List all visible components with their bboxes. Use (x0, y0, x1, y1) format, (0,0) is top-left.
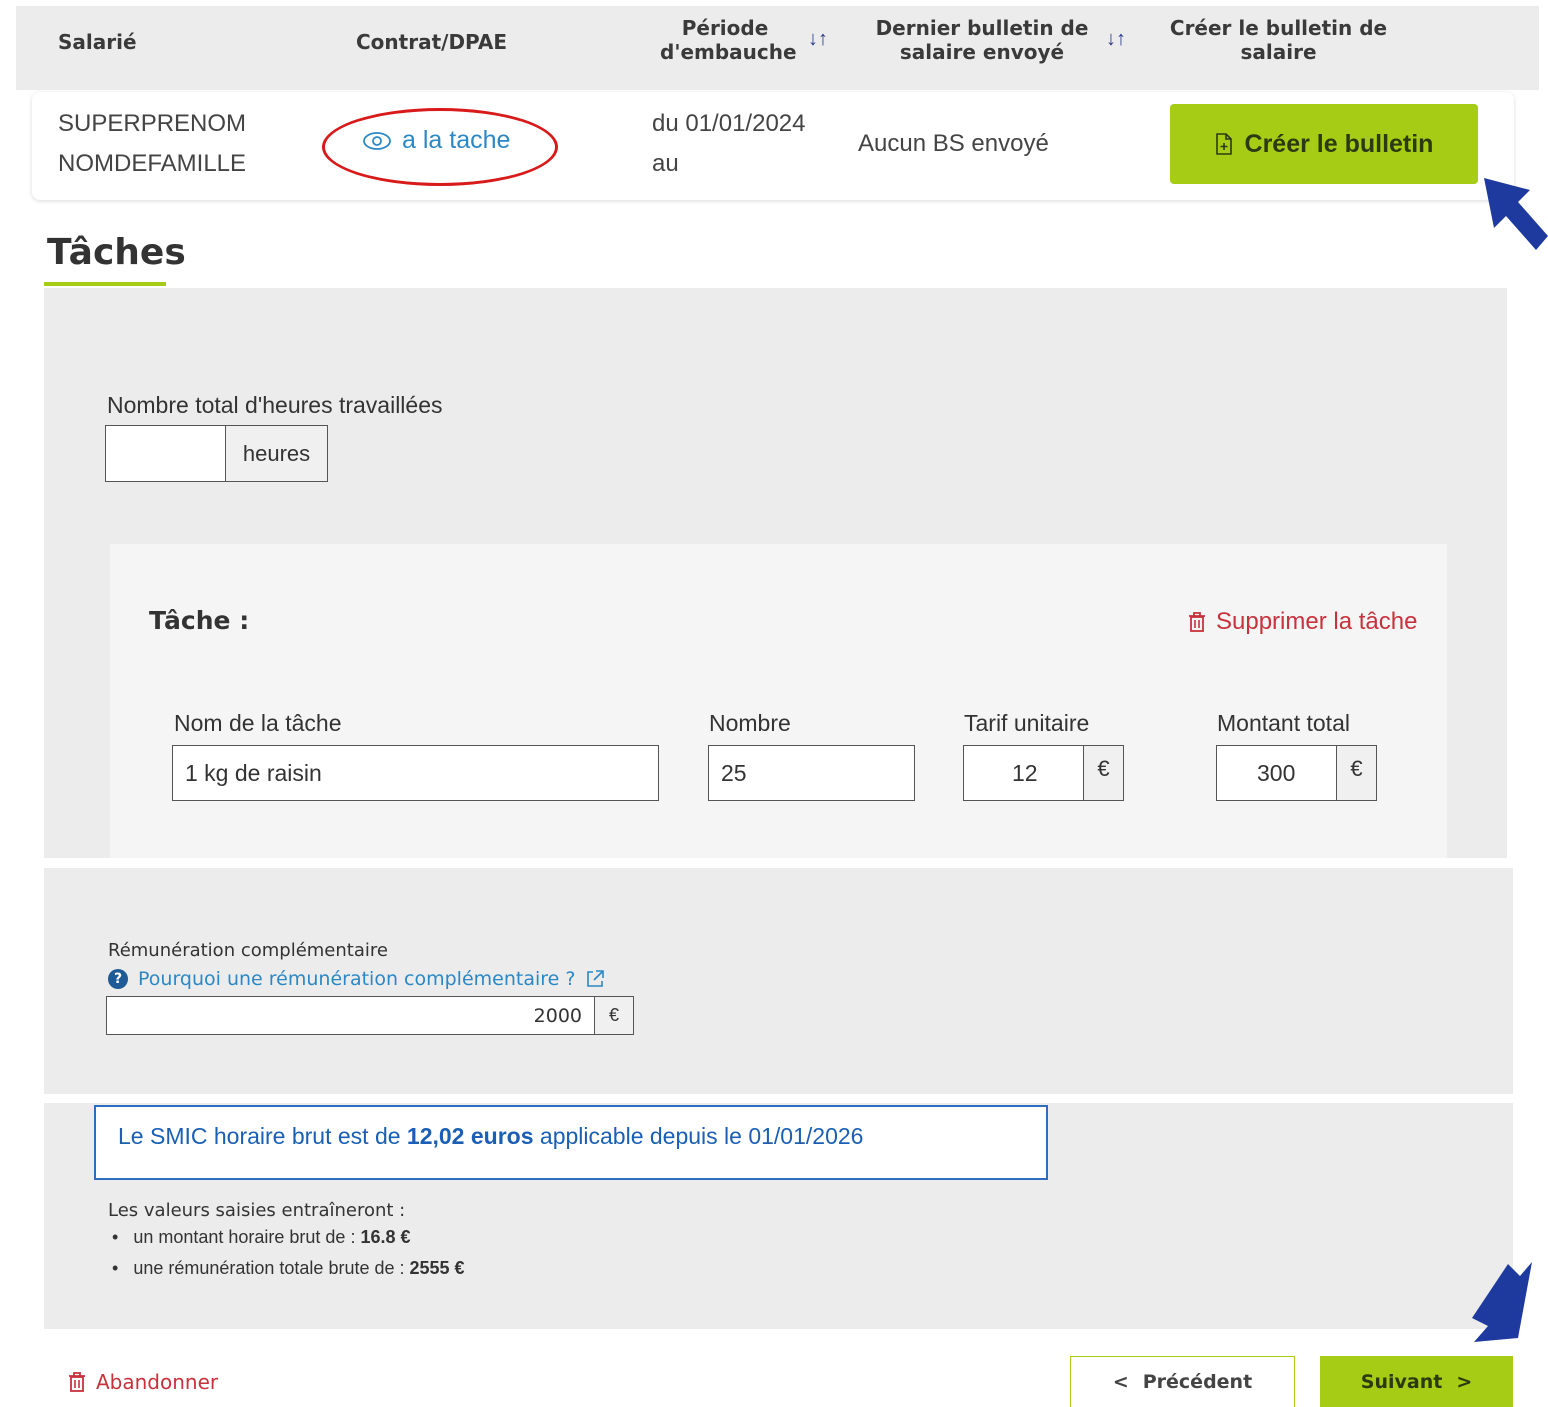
task-name-value: 1 kg de raisin (185, 760, 322, 786)
task-unit-price-input[interactable]: 12 (963, 745, 1084, 801)
annotation-arrow-icon (1472, 1262, 1532, 1342)
header-periode[interactable]: Période d'embauche (660, 16, 797, 64)
currency-addon: € (594, 996, 634, 1035)
currency-addon: € (1336, 745, 1377, 801)
abandon-label: Abandonner (96, 1370, 219, 1394)
abandon-link[interactable]: Abandonner (68, 1370, 218, 1394)
task-total-label: Montant total (1217, 710, 1350, 736)
header-creer-bulletin: Créer le bulletin de salaire (1169, 16, 1388, 64)
employee-firstname: SUPERPRENOM (58, 110, 247, 137)
complement-help-link[interactable]: ? Pourquoi une rémunération complémentai… (108, 968, 605, 990)
task-name-label: Nom de la tâche (174, 710, 342, 736)
annotation-red-ellipse (322, 108, 558, 186)
trash-icon (69, 1372, 85, 1392)
previous-label: Précédent (1142, 1371, 1253, 1393)
help-icon: ? (108, 969, 128, 989)
task-total-input[interactable]: 300 (1216, 745, 1337, 801)
complement-input[interactable]: 2000 (106, 996, 595, 1035)
annotation-arrow-icon (1484, 178, 1548, 250)
header-salarie: Salarié (58, 30, 137, 54)
complement-help-label: Pourquoi une rémunération complémentaire… (138, 968, 576, 990)
task-count-label: Nombre (709, 710, 791, 736)
create-bulletin-label: Créer le bulletin (1244, 129, 1434, 158)
hours-label: Nombre total d'heures travaillées (107, 392, 443, 418)
header-contrat: Contrat/DPAE (356, 30, 508, 54)
delete-task-label: Supprimer la tâche (1216, 608, 1418, 635)
currency-addon: € (1083, 745, 1124, 801)
smic-text: Le SMIC horaire brut est de 12,02 euros … (118, 1123, 864, 1149)
smic-amount: 12,02 euros (406, 1123, 534, 1149)
summary-item-total: • une rémunération totale brute de : 255… (112, 1258, 465, 1278)
table-header: Salarié Contrat/DPAE Période d'embauche … (16, 6, 1539, 90)
complement-label: Rémunération complémentaire (108, 940, 388, 961)
trash-icon (1189, 612, 1205, 632)
sort-icon[interactable]: ↓↑ (1106, 28, 1126, 51)
external-link-icon (587, 970, 605, 987)
task-unit-price-label: Tarif unitaire (964, 710, 1090, 736)
task-unit-price-value: 12 (1012, 760, 1038, 786)
complement-value: 2000 (533, 1005, 582, 1027)
document-icon (1215, 133, 1232, 155)
hours-input[interactable] (105, 425, 226, 482)
dernier-bulletin-status: Aucun BS envoyé (858, 130, 1049, 157)
previous-button[interactable]: < Précédent (1070, 1356, 1295, 1407)
task-count-value: 25 (721, 760, 747, 786)
sort-icon[interactable]: ↓↑ (808, 28, 828, 51)
delete-task-link[interactable]: Supprimer la tâche (1188, 608, 1417, 636)
hours-unit: heures (225, 425, 328, 482)
summary-intro: Les valeurs saisies entraîneront : (108, 1200, 406, 1221)
summary-item-hourly: • un montant horaire brut de : 16.8 € (112, 1227, 411, 1247)
chevron-right-icon: > (1456, 1371, 1473, 1393)
task-card (110, 544, 1447, 858)
next-label: Suivant (1360, 1371, 1443, 1393)
task-title: Tâche : (149, 606, 250, 635)
page-title: Tâches (47, 232, 186, 273)
chevron-left-icon: < (1112, 1371, 1129, 1393)
header-dernier-bulletin[interactable]: Dernier bulletin de salaire envoyé (872, 16, 1092, 64)
smic-notice: Le SMIC horaire brut est de 12,02 euros … (94, 1105, 1048, 1180)
title-underline (44, 282, 166, 286)
periode-end: au (652, 150, 679, 177)
next-button[interactable]: Suivant > (1320, 1356, 1513, 1407)
create-bulletin-button[interactable]: Créer le bulletin (1170, 104, 1478, 184)
periode-start: du 01/01/2024 (652, 110, 806, 137)
employee-lastname: NOMDEFAMILLE (58, 150, 247, 177)
task-name-input[interactable]: 1 kg de raisin (172, 745, 659, 801)
task-count-input[interactable]: 25 (708, 745, 915, 801)
task-total-value: 300 (1257, 760, 1296, 786)
